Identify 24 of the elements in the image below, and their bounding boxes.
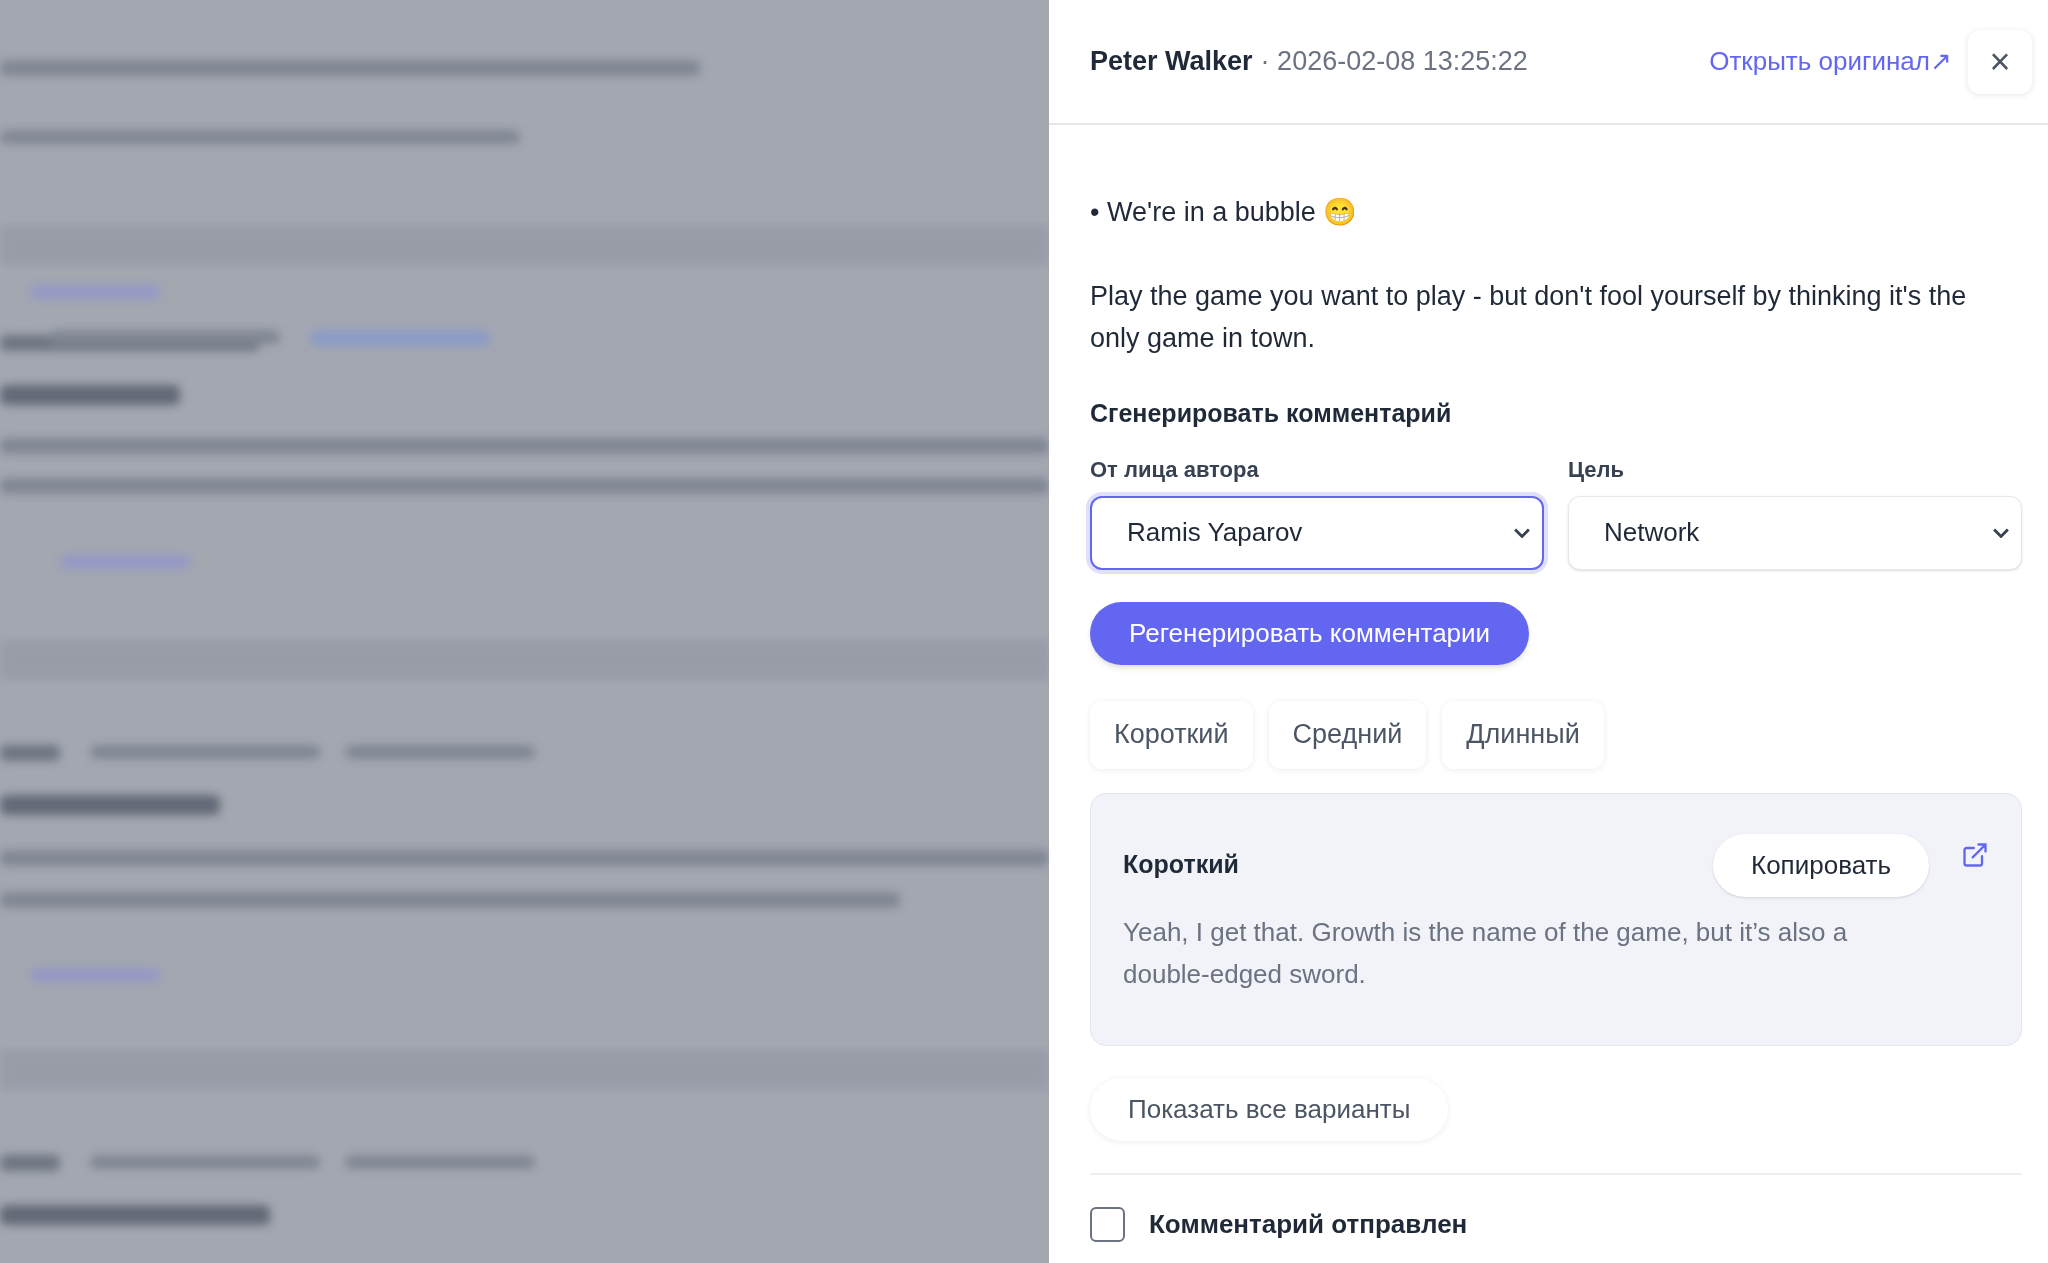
copy-button[interactable]: Копировать	[1713, 833, 1929, 897]
chevron-down-icon	[1514, 527, 1530, 538]
bullet-text: • We're in a bubble 😁	[1090, 196, 1359, 229]
field-label: От лица автора	[1090, 455, 1260, 484]
sent-checkbox[interactable]	[1090, 1206, 1125, 1242]
section-title: Сгенерировать комментарий	[1090, 398, 1453, 429]
author-name: Peter Walker	[1090, 45, 1253, 79]
result-title: Короткий	[1123, 849, 1239, 881]
checkbox-label: Комментарий отправлен	[1149, 1207, 1468, 1241]
generated-comment: Yeah, I get that. Growth is the name of the game, but it’s also a double-edged sword.	[1123, 915, 1849, 991]
select-field[interactable]: Ramis Yaparov	[1090, 495, 1544, 570]
close-button[interactable]: ×	[1968, 29, 2032, 94]
select-field[interactable]: Network	[1568, 495, 2022, 570]
length-tab[interactable]: Короткий	[1090, 700, 1253, 769]
post-paragraph: Play the game you want to play - but don't fool yourself by thinking it's the only game in town.	[1090, 280, 1968, 355]
open-original-link[interactable]: Открыть оригинал↗	[1709, 42, 1952, 81]
field-label: Цель	[1568, 455, 1626, 484]
length-tab[interactable]: Длинный	[1442, 700, 1604, 769]
chevron-down-icon	[1993, 527, 2009, 538]
regenerate-button[interactable]: Регенерировать комментарии	[1090, 601, 1530, 665]
post-timestamp: · 2026-02-08 13:25:22	[1260, 45, 1528, 79]
length-tab[interactable]: Средний	[1268, 700, 1427, 769]
external-link-icon[interactable]	[1961, 841, 1989, 869]
show-all-button[interactable]: Показать все варианты	[1090, 1077, 1449, 1141]
